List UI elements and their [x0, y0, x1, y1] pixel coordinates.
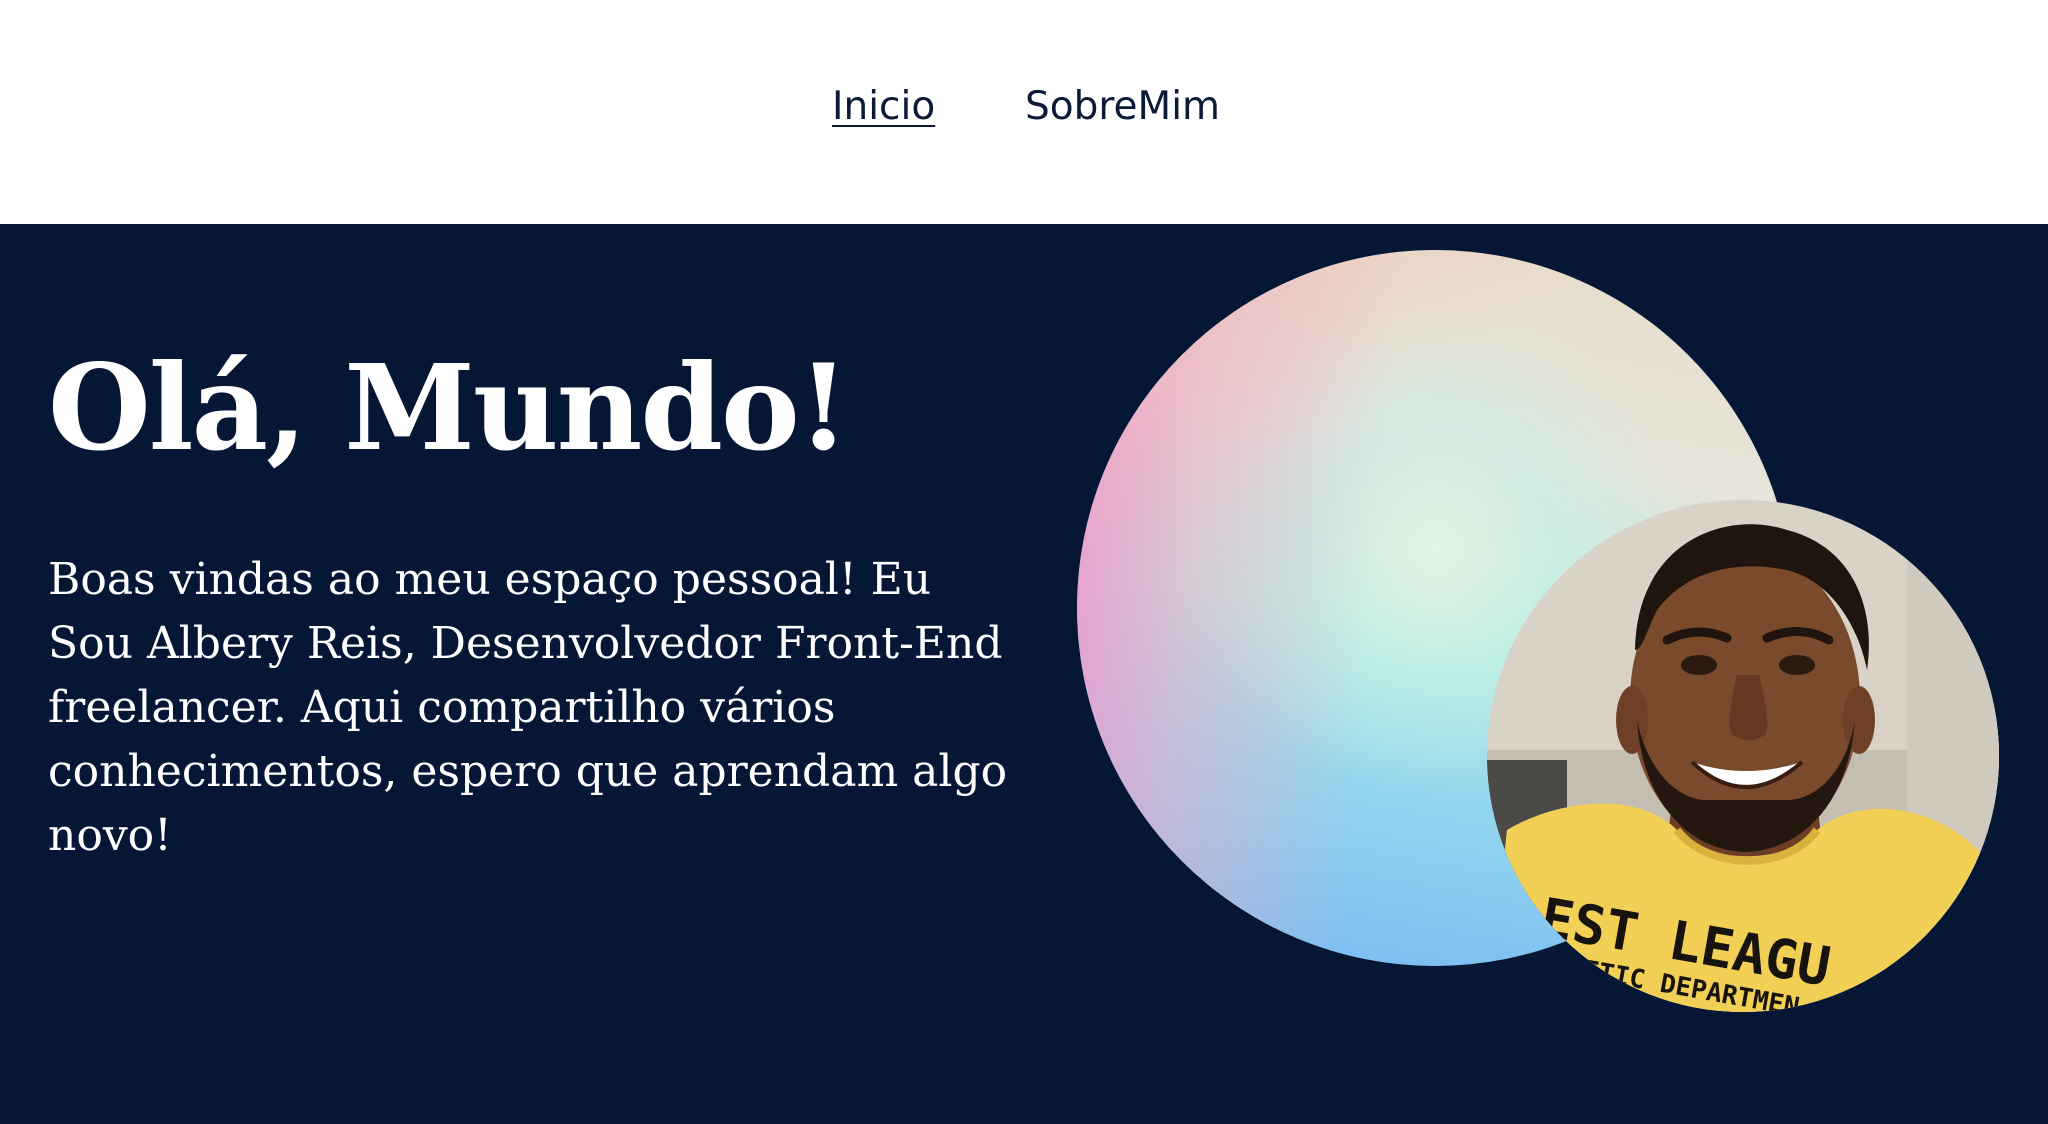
hero-section: Olá, Mundo! Boas vindas ao meu espaço pe… [0, 224, 2048, 1124]
hero-title: Olá, Mundo! [48, 338, 849, 477]
hero-description: Boas vindas ao meu espaço pessoal! Eu So… [48, 554, 1008, 861]
avatar: EST LEAGU ETIC DEPARTMEN [1487, 500, 1999, 1012]
main-nav: Inicio SobreMim [0, 84, 2048, 144]
profile-photo-illustration: EST LEAGU ETIC DEPARTMEN [1487, 500, 1999, 1012]
nav-link-inicio[interactable]: Inicio [832, 84, 935, 129]
nav-link-sobremim[interactable]: SobreMim [1025, 84, 1220, 129]
top-navigation-bar: Inicio SobreMim [0, 0, 2048, 224]
